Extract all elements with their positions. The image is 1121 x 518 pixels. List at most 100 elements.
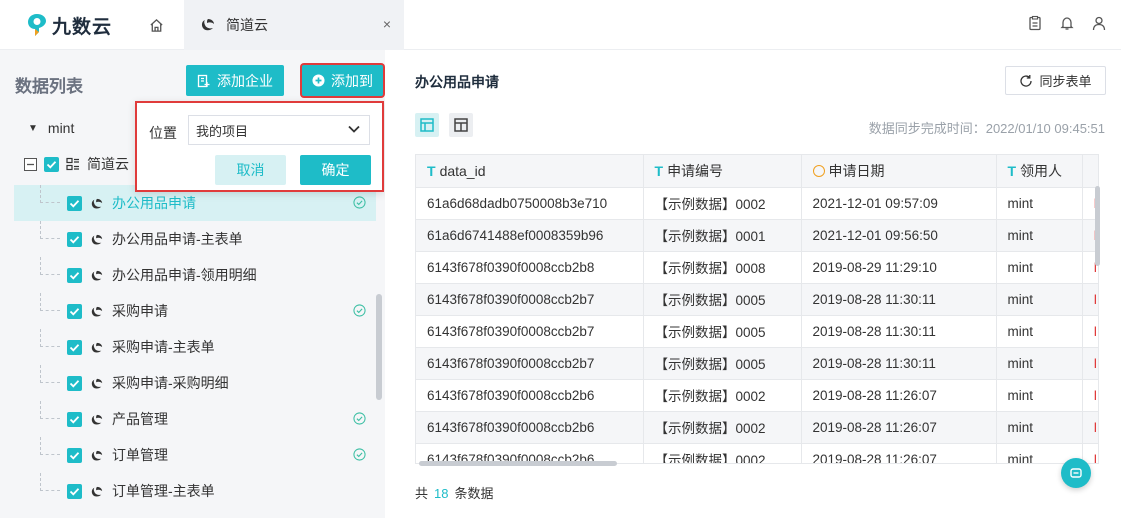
check-circle-icon [353,448,367,462]
checkbox-checked-icon[interactable] [67,375,82,391]
layout-view-button[interactable] [449,113,473,137]
checkbox-checked-icon[interactable] [44,156,59,172]
table-cell: 61a6d6741488ef0008359b96 [416,219,644,252]
check-circle-icon [353,196,367,210]
bell-icon[interactable] [1059,15,1075,31]
table-cell: 【示例数据】0005 [643,283,802,316]
tree-item[interactable]: 采购申请-采购明细 [14,365,376,401]
logo[interactable]: 九数云 [26,12,112,38]
table-cell: 2019-08-28 11:26:07 [801,443,997,463]
tree-item[interactable]: 订单管理 [14,437,376,473]
jiandaoyun-icon [90,485,104,497]
tree-item-label: 办公用品申请-领用明细 [112,267,257,283]
clipboard-icon[interactable] [1027,15,1043,31]
checkbox-checked-icon[interactable] [67,339,82,355]
table-view-icon [420,118,434,132]
table-cell: mint [996,379,1083,412]
jiandaoyun-icon [90,233,104,245]
table-row[interactable]: 6143f678f0390f0008ccb2b7 【示例数据】0005 2019-0… [416,315,1098,348]
jiandaoyun-icon [90,449,104,461]
jiandaoyun-icon [90,377,104,389]
column-header[interactable]: Tdata_id [416,155,644,188]
checkbox-checked-icon[interactable] [67,411,82,427]
table-cell-overflow: I [1082,283,1098,316]
table-cell: mint [996,315,1083,348]
table-horizontal-scrollbar[interactable] [419,461,617,466]
table-row[interactable]: 61a6d6741488ef0008359b96 【示例数据】0001 2021-1… [416,219,1098,252]
tree-item[interactable]: 采购申请-主表单 [14,329,376,365]
add-to-button[interactable]: 添加到 [302,65,383,96]
table-row[interactable]: 6143f678f0390f0008ccb2b7 【示例数据】0005 2019-0… [416,283,1098,316]
position-label: 位置 [149,125,177,141]
table-cell: 【示例数据】0002 [643,187,802,220]
table-cell: mint [996,219,1083,252]
checkbox-checked-icon[interactable] [67,231,82,247]
table-vertical-scrollbar[interactable] [1095,186,1100,266]
table-view-button[interactable] [415,113,439,137]
text-type-icon: T [1007,162,1017,179]
table-cell-overflow: I [1082,315,1098,348]
left-scrollbar[interactable] [376,294,382,400]
page-title: 办公用品申请 [415,74,499,90]
table-cell: 2019-08-29 11:29:10 [801,251,997,284]
checkbox-checked-icon[interactable] [67,195,82,211]
column-header-label: 领用人 [1020,162,1063,179]
column-header[interactable]: T 领用人 [996,155,1083,188]
close-icon[interactable]: × [378,15,396,33]
table-cell: mint [996,347,1083,380]
tree-item[interactable]: 产品管理 [14,401,376,437]
tree-connector [40,401,60,419]
tree-item-label: 采购申请-主表单 [112,339,215,355]
table-row[interactable]: 6143f678f0390f0008ccb2b6 【示例数据】0002 2019-0… [416,411,1098,444]
chat-support-button[interactable] [1061,458,1091,488]
tab-label: 简道云 [226,17,268,33]
text-type-icon: T [654,162,664,179]
add-enterprise-button[interactable]: 添加企业 [186,65,284,96]
tree-item[interactable]: 办公用品申请-领用明细 [14,257,376,293]
database-icon [66,157,79,171]
table-row[interactable]: 6143f678f0390f0008ccb2b8 【示例数据】0008 2019-0… [416,251,1098,284]
table-cell-overflow: I [1082,411,1098,444]
checkbox-checked-icon[interactable] [67,303,82,319]
confirm-button[interactable]: 确定 [300,155,371,185]
tree-item-label: 产品管理 [112,411,168,427]
sync-form-button[interactable]: 同步表单 [1005,66,1106,95]
top-right-icons [1027,15,1107,31]
jiandaoyun-icon [90,341,104,353]
home-tab[interactable] [130,0,182,50]
table-cell: 【示例数据】0005 [643,315,802,348]
position-select[interactable]: 我的项目 [188,115,370,145]
cancel-button[interactable]: 取消 [215,155,286,185]
check-circle-icon [353,412,367,426]
table-cell: 【示例数据】0002 [643,443,802,463]
checkbox-checked-icon[interactable] [67,447,82,463]
caret-down-icon[interactable]: ▼ [28,123,38,134]
column-header[interactable]: T 申请编号 [643,155,802,188]
record-count-prefix: 共 [415,486,429,501]
chevron-down-icon [348,125,360,133]
add-to-label: 添加到 [331,72,373,89]
tree-item[interactable]: 订单管理-主表单 [14,473,376,509]
table-cell: mint [996,283,1083,316]
column-header[interactable]: 申请日期 [801,155,997,188]
table-row[interactable]: 61a6d68dadb0750008b3e710 【示例数据】0002 2021-1… [416,187,1098,220]
user-icon[interactable] [1091,15,1107,31]
column-header-label: 申请编号 [667,162,724,179]
tree-root-node[interactable]: 简道云 [24,154,129,174]
table-row[interactable]: 6143f678f0390f0008ccb2b7 【示例数据】0005 2019-0… [416,347,1098,380]
tree-user-label: mint [47,120,75,136]
checkbox-checked-icon[interactable] [67,483,82,499]
tree-connector [40,293,60,311]
collapse-icon[interactable] [24,157,37,171]
tree-item-label: 订单管理 [112,447,168,463]
column-header-label: 申请日期 [828,162,885,179]
tree-item-label: 采购申请 [112,303,168,319]
tab-jiandaoyun[interactable]: 简道云 × [184,0,404,50]
table-row[interactable]: 6143f678f0390f0008ccb2b6 【示例数据】0002 2019-0… [416,379,1098,412]
checkbox-checked-icon[interactable] [67,267,82,283]
column-header-overflow [1082,155,1098,188]
tree-user-node[interactable]: ▼ mint [28,120,74,136]
tree-item[interactable]: 采购申请 [14,293,376,329]
tree-item[interactable]: 办公用品申请-主表单 [14,221,376,257]
tree-connector [40,329,60,347]
